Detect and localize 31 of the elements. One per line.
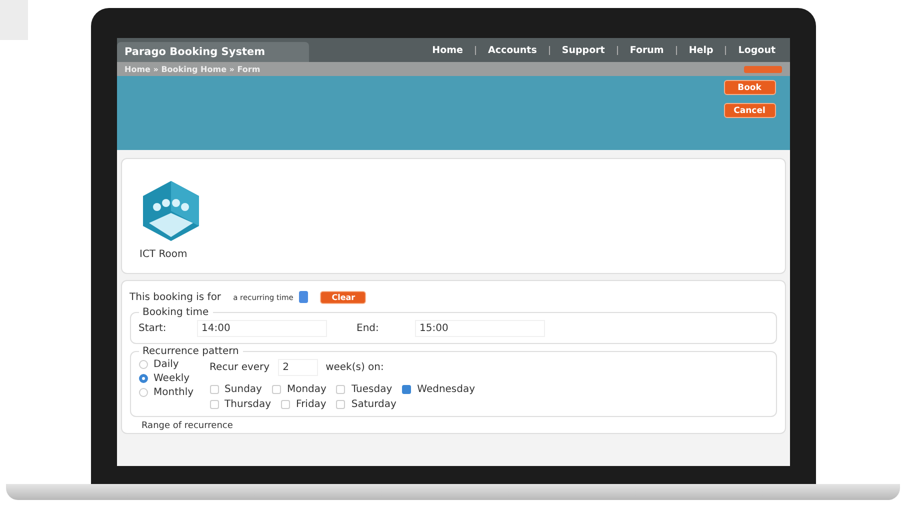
select-arrows-icon: [299, 291, 308, 303]
day-checkbox[interactable]: Monday: [272, 384, 326, 395]
nav-link[interactable]: Help: [688, 44, 714, 56]
day-checkbox[interactable]: Tuesday: [336, 384, 392, 395]
day-checkbox[interactable]: Friday: [281, 399, 326, 410]
group-legend: Booking time: [138, 307, 213, 318]
pattern-radio[interactable]: Monthly: [138, 387, 194, 398]
tag-badge: [744, 66, 782, 72]
group-legend: Recurrence pattern: [138, 346, 243, 357]
start-time-field[interactable]: 14:00: [196, 320, 326, 337]
end-time-field[interactable]: 15:00: [414, 320, 544, 337]
nav-link[interactable]: Forum: [630, 44, 664, 56]
field-label: Recur every: [210, 362, 270, 373]
day-checkbox[interactable]: Wednesday: [402, 384, 476, 395]
day-checkbox[interactable]: Sunday: [210, 384, 262, 395]
field-label: End:: [356, 323, 380, 334]
recur-count-field[interactable]: 2: [278, 359, 318, 376]
day-checkbox[interactable]: Saturday: [336, 399, 396, 410]
nav-link[interactable]: Accounts: [488, 44, 537, 56]
breadcrumb: Home » Booking Home » Form: [124, 64, 260, 74]
nav-link[interactable]: Logout: [738, 44, 776, 56]
pattern-radio[interactable]: Daily: [138, 359, 194, 370]
day-checkbox[interactable]: Thursday: [210, 399, 272, 410]
field-label: Start:: [138, 323, 168, 334]
pattern-radio[interactable]: Weekly: [138, 373, 194, 384]
nav-link[interactable]: Home: [432, 44, 463, 56]
field-label: week(s) on:: [326, 362, 384, 373]
room-name: ICT Room: [140, 249, 188, 260]
group-legend: Range of recurrence: [130, 419, 776, 433]
field-label: This booking is for: [130, 292, 222, 302]
nav-link[interactable]: Support: [562, 44, 605, 56]
